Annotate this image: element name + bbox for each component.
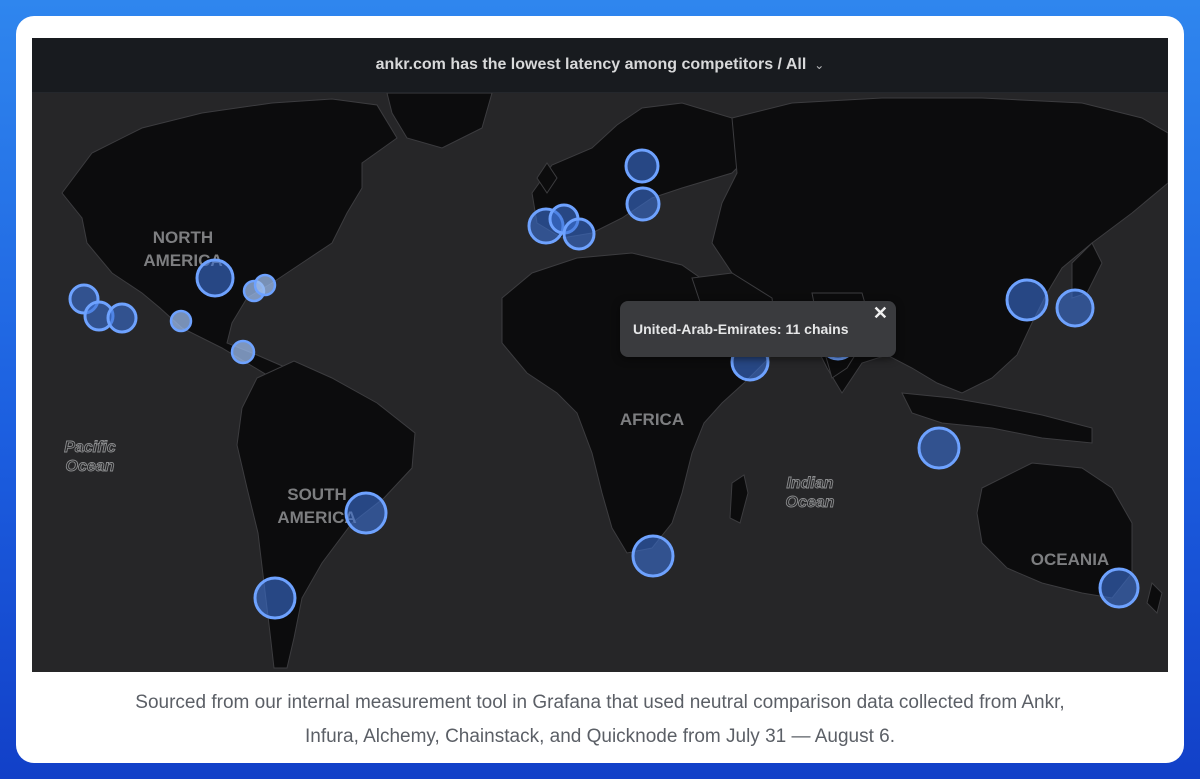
label-indian-1: Indian — [786, 475, 833, 492]
marker-south-africa[interactable] — [631, 534, 675, 578]
land-layer — [61, 93, 1168, 669]
marker-finland[interactable] — [624, 148, 660, 184]
marker-japan[interactable] — [1055, 288, 1095, 328]
new-zealand-land — [1146, 582, 1163, 614]
source-caption: Sourced from our internal measurement to… — [16, 686, 1184, 754]
tooltip-text: United-Arab-Emirates: 11 chains — [633, 321, 849, 337]
map-tooltip: United-Arab-Emirates: 11 chains ✕ — [620, 301, 896, 357]
label-oceania: OCEANIA — [1031, 550, 1109, 569]
label-indian-2: Ocean — [786, 494, 835, 511]
marker-us-south[interactable] — [169, 309, 193, 333]
north-america-land — [61, 98, 398, 379]
greenland-land — [386, 93, 493, 149]
ocean-labels: Pacific Ocean Indian Ocean — [64, 439, 835, 512]
marker-us-east-2[interactable] — [253, 273, 277, 297]
chevron-down-icon[interactable]: ⌄ — [814, 58, 824, 72]
label-pacific-2: Ocean — [66, 458, 115, 475]
marker-florida[interactable] — [230, 339, 256, 365]
content-card: ankr.com has the lowest latency among co… — [16, 16, 1184, 763]
map-canvas: NORTH AMERICA SOUTH AMERICA AFRICA OCEAN… — [61, 93, 1168, 669]
marker-us-west-3[interactable] — [106, 302, 138, 334]
label-south-america-1: SOUTH — [287, 485, 347, 504]
panel-header[interactable]: ankr.com has the lowest latency among co… — [32, 38, 1168, 93]
marker-south-korea[interactable] — [1005, 278, 1049, 322]
marker-australia[interactable] — [1098, 567, 1140, 609]
world-map[interactable]: NORTH AMERICA SOUTH AMERICA AFRICA OCEAN… — [32, 93, 1168, 672]
label-pacific-1: Pacific — [64, 439, 116, 456]
panel-title[interactable]: ankr.com has the lowest latency among co… — [376, 56, 807, 74]
grafana-map-panel: ankr.com has the lowest latency among co… — [32, 38, 1168, 672]
close-icon[interactable]: ✕ — [873, 303, 888, 324]
madagascar-land — [729, 474, 749, 524]
marker-brazil[interactable] — [344, 491, 388, 535]
marker-germany[interactable] — [562, 217, 596, 251]
label-africa: AFRICA — [620, 410, 684, 429]
label-north-america-1: NORTH — [153, 228, 213, 247]
marker-singapore[interactable] — [917, 426, 961, 470]
marker-chile[interactable] — [253, 576, 297, 620]
marker-poland[interactable] — [625, 186, 661, 222]
caption-line-1: Sourced from our internal measurement to… — [135, 692, 1065, 713]
caption-line-2: Infura, Alchemy, Chainstack, and Quickno… — [304, 726, 895, 747]
marker-us-central[interactable] — [195, 258, 235, 298]
